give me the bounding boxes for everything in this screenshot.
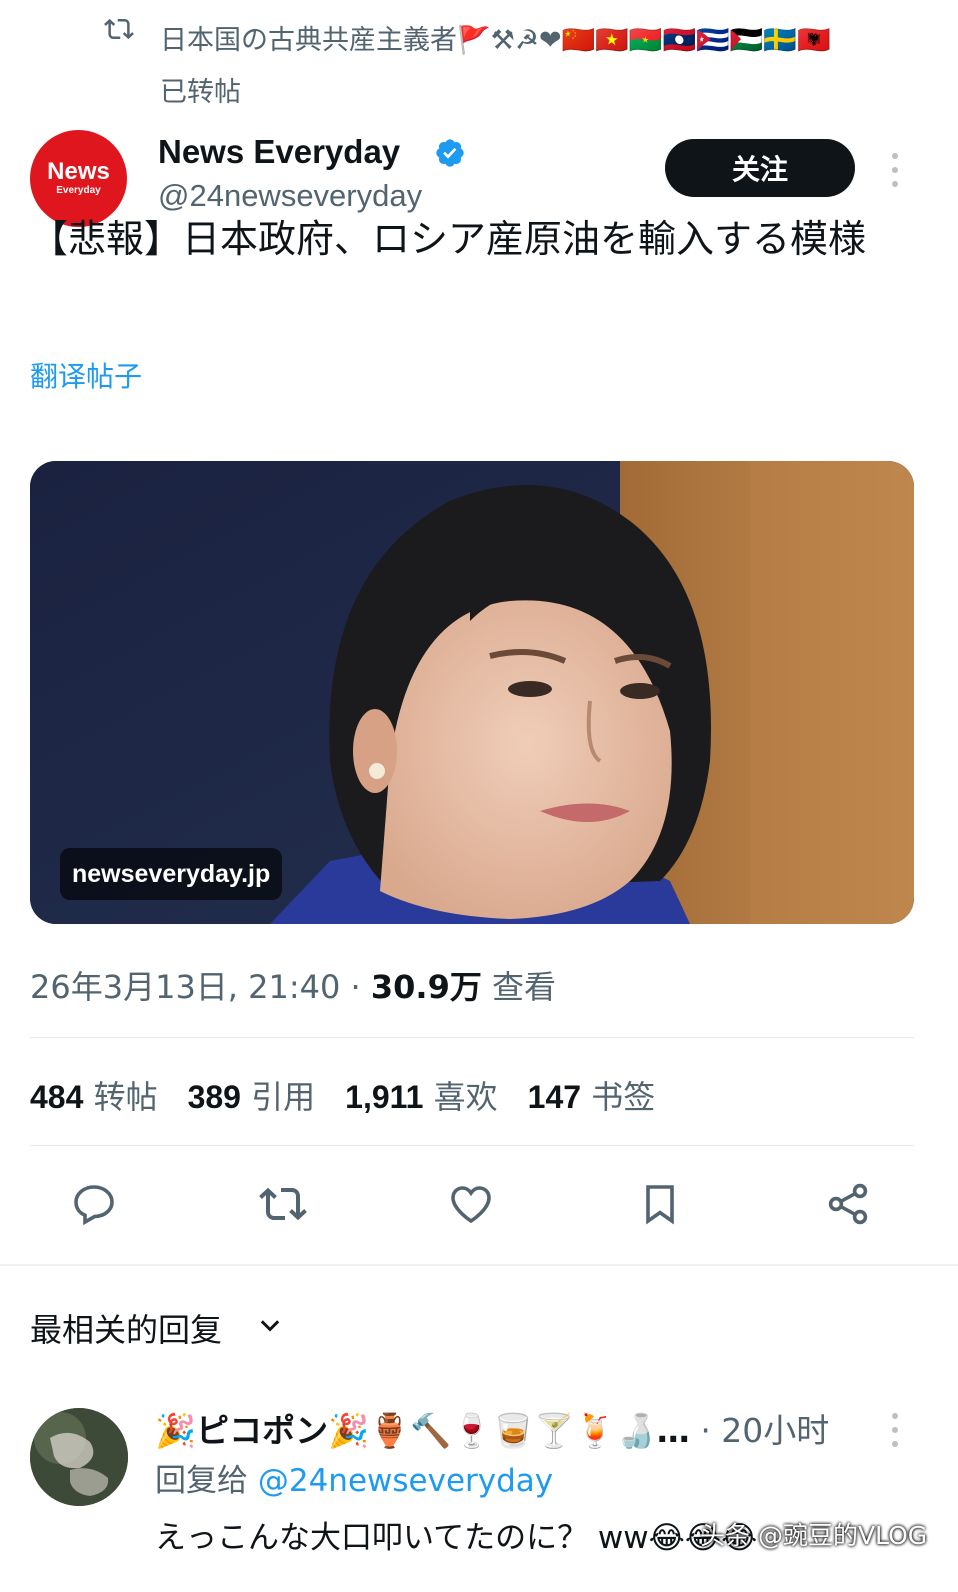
quotes-stat[interactable]: 389 引用 (188, 1072, 316, 1118)
author-name[interactable]: News Everyday (158, 133, 400, 171)
reply-sort-selector[interactable]: 最相关的回复 (30, 1305, 222, 1351)
quotes-count: 389 (187, 1079, 241, 1115)
bookmarks-count: 147 (527, 1079, 582, 1115)
reply-author-avatar[interactable] (30, 1408, 128, 1506)
bookmarks-stat[interactable]: 147 书签 (528, 1072, 656, 1118)
chevron-down-icon[interactable] (256, 1312, 284, 1340)
like-icon[interactable] (447, 1180, 495, 1228)
reposter-name[interactable]: 日本国の古典共産主義者🚩⚒☭❤🇨🇳🇻🇳🇧🇫🇱🇦🇨🇺🇵🇸🇸🇪🇦🇱 (160, 18, 831, 57)
avatar-image (30, 1408, 128, 1506)
reposts-stat[interactable]: 484 转帖 (30, 1072, 158, 1118)
avatar-logo-text: News (47, 157, 110, 185)
translate-post-link[interactable]: 翻译帖子 (30, 355, 142, 395)
quotes-label: 引用 (251, 1078, 316, 1116)
reply-time[interactable]: · 20小时 (700, 1411, 829, 1450)
likes-stat[interactable]: 1,911 喜欢 (345, 1072, 498, 1118)
repost-label: 已转帖 (160, 77, 241, 108)
share-icon[interactable] (824, 1180, 872, 1228)
bookmark-icon[interactable] (636, 1180, 684, 1228)
verified-badge-icon (436, 139, 464, 167)
media-domain-label: newseveryday.jp (60, 848, 283, 900)
watermark: 头条 @豌豆的VLOG (700, 1521, 928, 1550)
divider (30, 1037, 914, 1038)
tweet-text: 【悲報】日本政府、ロシア産原油を輸入する模様 (30, 217, 867, 261)
divider (30, 1145, 914, 1146)
tweet-meta: 26年3月13日, 21:40 · 30.9万 查看 (30, 962, 556, 1008)
reply-to-line: 回复给 @24newseveryday (155, 1455, 553, 1500)
more-options-icon[interactable] (883, 150, 907, 190)
reposts-label: 转帖 (93, 1078, 158, 1116)
likes-label: 喜欢 (433, 1078, 498, 1116)
section-separator (0, 1264, 958, 1266)
more-options-icon[interactable] (883, 1410, 907, 1450)
views-count: 30.9万 (370, 968, 482, 1006)
engagement-stats: 484 转帖 389 引用 1,911 喜欢 147 书签 (30, 1072, 655, 1118)
meta-separator: · (350, 968, 371, 1006)
tweet-date[interactable]: 26年3月13日, 21:40 (30, 968, 340, 1006)
bookmarks-label: 书签 (591, 1078, 656, 1116)
reposts-count: 484 (30, 1079, 84, 1115)
reply-icon[interactable] (70, 1180, 118, 1228)
likes-count: 1,911 (345, 1079, 424, 1115)
reply-author-name[interactable]: 🎉ピコポン🎉🏺🔨🍷🥃🍸🍹🍶… (155, 1411, 690, 1450)
repost-icon[interactable] (259, 1180, 307, 1228)
follow-button[interactable]: 关注 (665, 139, 855, 197)
views-label: 查看 (492, 968, 557, 1006)
reply-text: えっこんな大口叩いてたのに？ ww😂😂😂 (155, 1520, 758, 1556)
reply-to-prefix: 回复给 (155, 1463, 248, 1499)
repost-indicator-icon (104, 18, 134, 40)
reply-header: 🎉ピコポン🎉🏺🔨🍷🥃🍸🍹🍶… · 20小时 (155, 1404, 829, 1452)
reply-to-handle[interactable]: @24newseveryday (258, 1463, 553, 1499)
avatar-logo-subtext: Everyday (56, 184, 101, 196)
